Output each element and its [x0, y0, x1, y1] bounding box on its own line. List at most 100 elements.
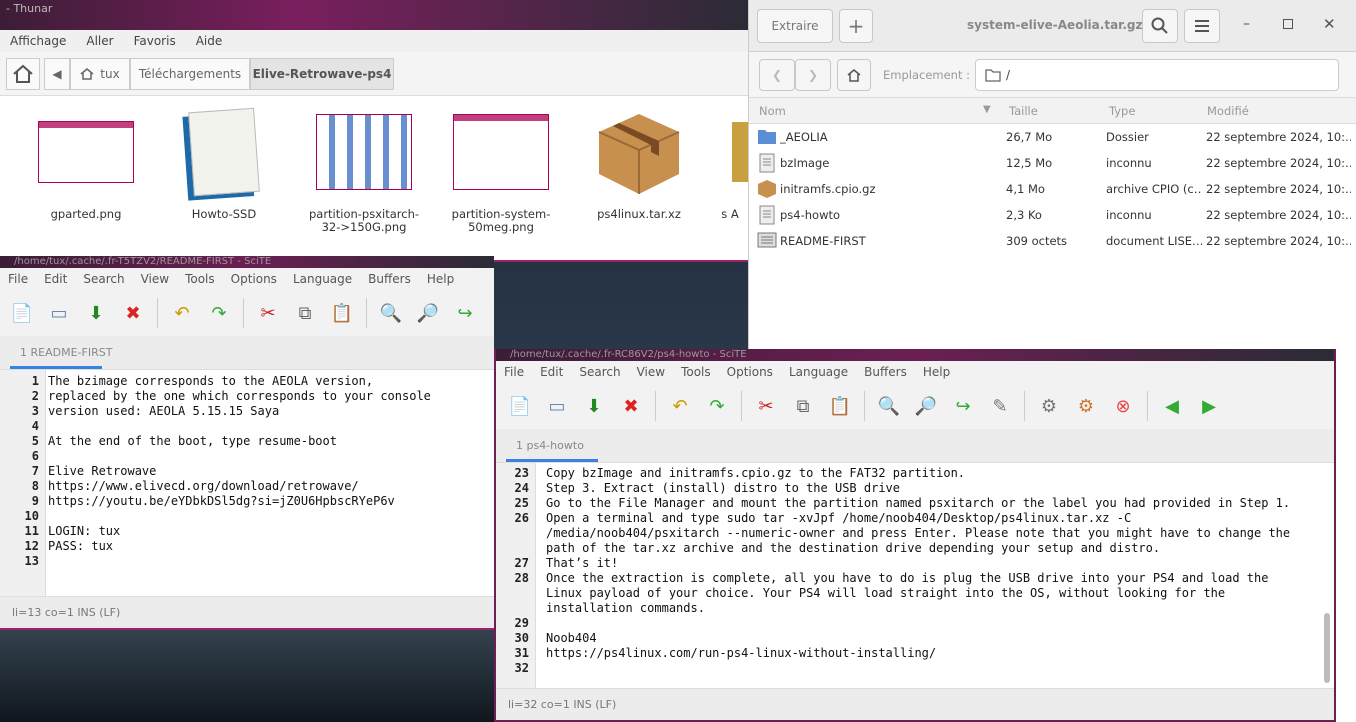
archive-row[interactable]: bzImage 12,5 Mo inconnu 22 septembre 2024, … — [749, 150, 1356, 176]
col-modified[interactable]: Modifié — [1207, 104, 1249, 118]
close-file-icon[interactable]: ✖ — [121, 301, 145, 325]
archive-row[interactable]: initramfs.cpio.gz 4,1 Mo archive CPIO (c… 2… — [749, 176, 1356, 202]
back-button[interactable]: ❮ — [759, 59, 795, 91]
new-file-icon[interactable]: 📄 — [508, 394, 532, 418]
save-icon[interactable]: ⬇ — [582, 394, 606, 418]
archive-row[interactable]: ps4-howto 2,3 Ko inconnu 22 septembre 2024,… — [749, 202, 1356, 228]
previous-icon[interactable]: ◀ — [1160, 394, 1184, 418]
vertical-scrollbar[interactable] — [1324, 613, 1330, 683]
undo-icon[interactable]: ↶ — [170, 301, 194, 325]
menu-file[interactable]: File — [0, 268, 36, 290]
file-item[interactable]: s A — [712, 104, 748, 221]
row-modified: 22 septembre 2024, 10:… — [1206, 208, 1351, 222]
paste-icon[interactable]: 📋 — [330, 301, 354, 325]
menu-edit[interactable]: Edit — [532, 361, 571, 383]
menu-tools[interactable]: Tools — [177, 268, 223, 290]
col-type[interactable]: Type — [1109, 104, 1135, 118]
line-number: 13 — [24, 554, 39, 568]
crumb-back-button[interactable]: ◀ — [44, 58, 70, 90]
menu-options[interactable]: Options — [223, 268, 285, 290]
code-line: path of the tar.xz archive and the desti… — [546, 541, 1161, 555]
home-button[interactable] — [837, 59, 871, 91]
maximize-button[interactable] — [1283, 19, 1293, 29]
crumb-elive-retrowave[interactable]: Elive-Retrowave-ps4 — [250, 58, 394, 90]
next-icon[interactable]: ▶ — [1197, 394, 1221, 418]
file-item[interactable]: Howto-SSD — [160, 104, 288, 221]
zoom-icon[interactable]: 🔎 — [914, 394, 938, 418]
file-item[interactable]: partition-system-50meg.png — [437, 104, 565, 234]
replace-icon[interactable]: ✎ — [988, 394, 1012, 418]
tab-readme-first[interactable]: 1 README-FIRST — [20, 346, 112, 359]
close-file-icon[interactable]: ✖ — [619, 394, 643, 418]
find-icon[interactable]: 🔍 — [877, 394, 901, 418]
file-item[interactable]: ps4linux.tar.xz — [575, 104, 703, 221]
build-icon[interactable]: ⚙ — [1074, 394, 1098, 418]
location-field[interactable]: / — [975, 59, 1339, 91]
tab-ps4-howto[interactable]: 1 ps4-howto — [516, 439, 584, 452]
col-size[interactable]: Taille — [1009, 104, 1038, 118]
menu-language[interactable]: Language — [285, 268, 360, 290]
paste-icon[interactable]: 📋 — [828, 394, 852, 418]
copy-icon[interactable]: ⧉ — [293, 301, 317, 325]
menu-affichage[interactable]: Affichage — [0, 30, 76, 52]
scite-toolbar: 📄 ▭ ⬇ ✖ ↶ ↷ ✂ ⧉ 📋 🔍 🔎 ↪ ✎ ⚙ ⚙ ⊗ ◀ ▶ — [496, 383, 1334, 429]
menu-edit[interactable]: Edit — [36, 268, 75, 290]
file-item[interactable]: partition-psxitarch-32->150G.png — [300, 104, 428, 234]
crumb-telechargements[interactable]: Téléchargements — [130, 58, 250, 90]
code-line: https://ps4linux.com/run-ps4-linux-witho… — [546, 646, 937, 660]
menu-help[interactable]: Help — [419, 268, 462, 290]
menu-language[interactable]: Language — [781, 361, 856, 383]
go-icon[interactable]: ↪ — [453, 301, 477, 325]
copy-icon[interactable]: ⧉ — [791, 394, 815, 418]
menu-view[interactable]: View — [629, 361, 673, 383]
undo-icon[interactable]: ↶ — [668, 394, 692, 418]
scite-editor[interactable]: 23 24 25 26 27 28 29 30 31 32 Copy bzImage and in… — [496, 463, 1334, 688]
file-item[interactable]: gparted.png — [22, 104, 150, 221]
home-button[interactable] — [6, 58, 40, 90]
forward-button[interactable]: ❯ — [795, 59, 831, 91]
scite-editor[interactable]: 1 2 3 4 5 6 7 8 9 10 11 12 13 The bzimage correspond… — [0, 370, 494, 596]
menu-buffers[interactable]: Buffers — [360, 268, 419, 290]
save-icon[interactable]: ⬇ — [84, 301, 108, 325]
menu-aide[interactable]: Aide — [186, 30, 233, 52]
menu-favoris[interactable]: Favoris — [124, 30, 186, 52]
close-button[interactable]: ✕ — [1323, 15, 1336, 33]
extract-button[interactable]: Extraire — [757, 9, 833, 43]
cut-icon[interactable]: ✂ — [754, 394, 778, 418]
toolbar-separator — [864, 391, 865, 421]
archive-row[interactable]: _AEOLIA 26,7 Mo Dossier 22 septembre 2024, … — [749, 124, 1356, 150]
menu-search[interactable]: Search — [571, 361, 628, 383]
zoom-icon[interactable]: 🔎 — [416, 301, 440, 325]
archive-row[interactable]: README-FIRST 309 octets document LISE… 22 s… — [749, 228, 1356, 254]
find-icon[interactable]: 🔍 — [379, 301, 403, 325]
menu-view[interactable]: View — [133, 268, 177, 290]
replace-icon[interactable]: ✎ — [490, 301, 494, 325]
crumb-tux[interactable]: tux — [70, 58, 130, 90]
menu-options[interactable]: Options — [719, 361, 781, 383]
menu-file[interactable]: File — [496, 361, 532, 383]
go-icon[interactable]: ↪ — [951, 394, 975, 418]
minimize-button[interactable]: – — [1243, 16, 1250, 32]
redo-icon[interactable]: ↷ — [207, 301, 231, 325]
menu-buffers[interactable]: Buffers — [856, 361, 915, 383]
col-name[interactable]: Nom — [759, 104, 786, 118]
menu-aller[interactable]: Aller — [76, 30, 123, 52]
open-file-icon[interactable]: ▭ — [47, 301, 71, 325]
new-file-icon[interactable]: 📄 — [10, 301, 34, 325]
menu-tools[interactable]: Tools — [673, 361, 719, 383]
row-name: _AEOLIA — [780, 130, 828, 144]
stop-icon[interactable]: ⊗ — [1111, 394, 1135, 418]
line-number: 27 — [514, 556, 529, 570]
redo-icon[interactable]: ↷ — [705, 394, 729, 418]
compile-icon[interactable]: ⚙ — [1037, 394, 1061, 418]
menu-search[interactable]: Search — [75, 268, 132, 290]
menu-help[interactable]: Help — [915, 361, 958, 383]
add-button[interactable]: + — [839, 9, 873, 43]
scite-menubar: File Edit Search View Tools Options Lang… — [496, 361, 1334, 383]
cut-icon[interactable]: ✂ — [256, 301, 280, 325]
line-number: 10 — [24, 509, 39, 523]
search-button[interactable] — [1142, 9, 1178, 43]
row-name: ps4-howto — [780, 208, 841, 222]
open-file-icon[interactable]: ▭ — [545, 394, 569, 418]
menu-button[interactable] — [1184, 9, 1220, 43]
